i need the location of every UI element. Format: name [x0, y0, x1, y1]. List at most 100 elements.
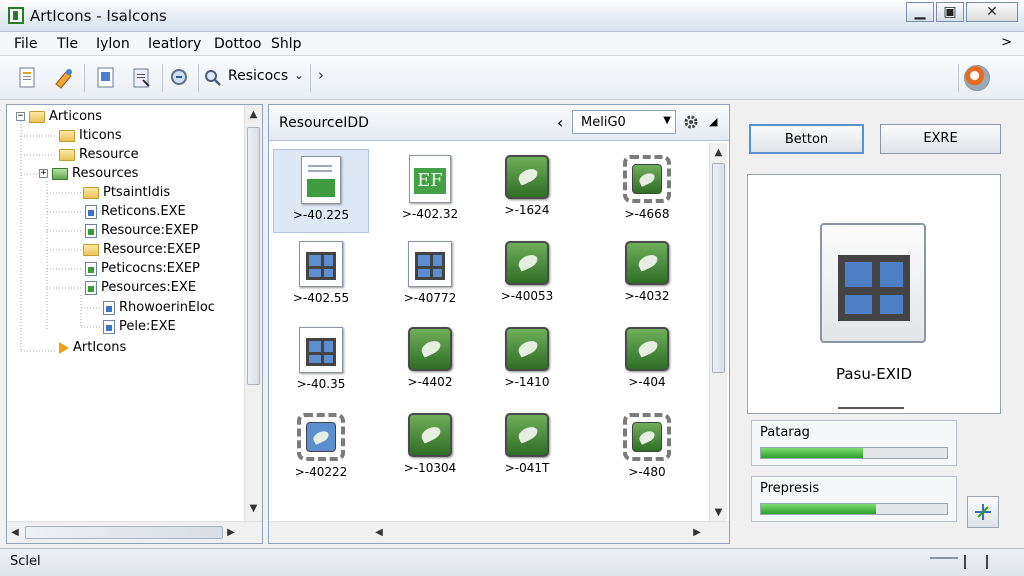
- grid-item[interactable]: >-40.225: [273, 149, 369, 233]
- grid-item[interactable]: >-402.55: [273, 235, 369, 319]
- scroll-down-arrow[interactable]: ▼: [710, 507, 727, 518]
- grid-item-caption: >-041T: [504, 461, 550, 475]
- window-icon: [820, 223, 926, 343]
- back-arrow-icon[interactable]: ‹: [557, 113, 563, 132]
- grid-item[interactable]: EF >-402.32: [382, 149, 478, 233]
- menu-file[interactable]: File: [14, 36, 37, 52]
- tree-item[interactable]: Pele:EXE: [103, 317, 176, 336]
- tree-item[interactable]: − Articons: [16, 107, 102, 126]
- tree-item[interactable]: Resource:EXEP: [83, 240, 200, 259]
- icon-preview: Pasu-EXID: [747, 174, 1001, 414]
- file-icon: [85, 280, 97, 295]
- folder-icon: [52, 167, 68, 180]
- search-dropdown-arrow[interactable]: ⌄: [294, 68, 304, 82]
- grid-item[interactable]: >-4032: [599, 235, 695, 319]
- grid-vertical-scrollbar[interactable]: ▲ ▼: [709, 143, 727, 521]
- tree-item[interactable]: RhowoerinEloc: [103, 298, 215, 317]
- grid-item[interactable]: >-1624: [479, 149, 575, 233]
- progress-group: Patarag: [751, 420, 957, 466]
- scroll-down-arrow[interactable]: ▼: [245, 503, 262, 514]
- view-dropdown-value: MeliG0: [581, 115, 626, 130]
- pin-icon[interactable]: ◢: [709, 115, 717, 128]
- leaf-icon: [505, 327, 549, 371]
- globe-icon[interactable]: [964, 65, 990, 91]
- grid-item[interactable]: >-40.35: [273, 321, 369, 405]
- tree-item[interactable]: + Resources: [39, 164, 138, 183]
- view-dropdown[interactable]: MeliG0 ▼: [572, 110, 676, 134]
- progress-bar: [760, 503, 948, 515]
- resize-grip-icon[interactable]: [964, 555, 988, 569]
- menu-iylon[interactable]: Iylon: [96, 36, 130, 52]
- scroll-thumb[interactable]: [25, 526, 223, 539]
- zoom-icon[interactable]: [166, 64, 194, 92]
- search-icon[interactable]: [202, 64, 224, 92]
- resource-panel: ResourceIDD ‹ MeliG0 ▼ ◢ >-40.225 EF >-402…: [268, 104, 730, 544]
- grid-item[interactable]: >-40772: [382, 235, 478, 319]
- toolbar-next-arrow[interactable]: ›: [318, 66, 324, 84]
- tree-horizontal-scrollbar[interactable]: ◀ ▶: [7, 521, 262, 543]
- expand-icon[interactable]: +: [39, 169, 48, 178]
- tree-item[interactable]: Peticocns:EXEP: [85, 259, 200, 278]
- scroll-right-arrow[interactable]: ▶: [225, 527, 237, 538]
- gear-icon[interactable]: [683, 114, 699, 130]
- tree-item[interactable]: Resource: [59, 145, 139, 164]
- gear-leaf-icon: [623, 413, 671, 461]
- grid-item[interactable]: >-404: [599, 321, 695, 405]
- menu-dottoo[interactable]: Dottoo: [214, 36, 261, 52]
- edit-icon[interactable]: [92, 64, 120, 92]
- grid-item[interactable]: >-40222: [273, 407, 369, 491]
- tree-item[interactable]: PtsaintIdis: [83, 183, 170, 202]
- grid-item-caption: >-40.35: [296, 377, 346, 391]
- paint-icon[interactable]: [50, 64, 78, 92]
- menu-tle[interactable]: Tle: [57, 36, 78, 52]
- grid-item[interactable]: >-480: [599, 407, 695, 491]
- primary-button[interactable]: Betton: [749, 124, 864, 154]
- progress-bar: [760, 447, 948, 459]
- grid-item-caption: >-402.55: [292, 291, 350, 305]
- close-button[interactable]: ✕: [966, 2, 1018, 22]
- progress-label: Patarag: [760, 425, 810, 440]
- menu-shlp[interactable]: Shlp: [271, 36, 302, 52]
- grid-item[interactable]: >-40053: [479, 235, 575, 319]
- leaf-icon: [505, 155, 549, 199]
- exre-button[interactable]: EXRE: [880, 124, 1001, 154]
- grid-item[interactable]: >-4402: [382, 321, 478, 405]
- grid-item[interactable]: >-041T: [479, 407, 575, 491]
- grid-item-caption: >-4402: [407, 375, 453, 389]
- scroll-left-arrow[interactable]: ◀: [373, 527, 385, 538]
- progress-group: Prepresis: [751, 476, 957, 522]
- scroll-thumb[interactable]: [247, 127, 260, 385]
- collapse-icon[interactable]: −: [16, 112, 25, 121]
- scroll-up-arrow[interactable]: ▲: [245, 109, 262, 120]
- minimize-button[interactable]: ▁: [906, 2, 934, 22]
- tree-vertical-scrollbar[interactable]: ▲ ▼: [244, 105, 262, 521]
- tree-item-label: RhowoerinEloc: [119, 300, 215, 315]
- progress-label: Prepresis: [760, 481, 820, 496]
- search-label[interactable]: Resicocs: [228, 68, 288, 84]
- tree-item[interactable]: ArtIcons: [59, 338, 126, 357]
- maximize-button[interactable]: ▣: [936, 2, 964, 22]
- menu-overflow-arrow[interactable]: >: [1001, 35, 1012, 50]
- grid-horizontal-scrollbar[interactable]: ◀ ▶: [269, 521, 729, 543]
- scroll-thumb[interactable]: [712, 163, 725, 373]
- status-text: Sclel: [10, 554, 41, 569]
- arrow-icon: [59, 341, 69, 354]
- scroll-right-arrow[interactable]: ▶: [691, 527, 703, 538]
- leaf-icon: [408, 327, 452, 371]
- file-icon: [103, 319, 115, 334]
- grid-item[interactable]: >-4668: [599, 149, 695, 233]
- grid-item[interactable]: >-1410: [479, 321, 575, 405]
- tree-item[interactable]: Reticons.EXE: [85, 202, 186, 221]
- gear-leaf-icon: [623, 155, 671, 203]
- leaf-icon: [505, 413, 549, 457]
- new-document-icon[interactable]: [14, 64, 42, 92]
- grid-item[interactable]: >-10304: [382, 407, 478, 491]
- scroll-left-arrow[interactable]: ◀: [9, 527, 21, 538]
- scroll-up-arrow[interactable]: ▲: [710, 147, 727, 158]
- menu-ieatlory[interactable]: Ieatlory: [148, 36, 201, 52]
- add-icon[interactable]: [967, 496, 999, 528]
- tree-item[interactable]: Iticons: [59, 126, 122, 145]
- clipboard-icon[interactable]: [128, 64, 156, 92]
- tree-item[interactable]: Resource:EXEP: [85, 221, 198, 240]
- tree-item[interactable]: Pesources:EXE: [85, 278, 196, 297]
